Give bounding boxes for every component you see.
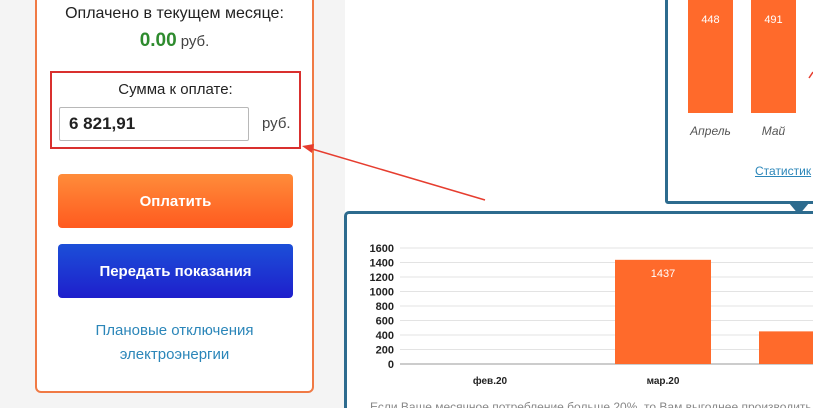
- y-tick-label-8: 0: [388, 359, 394, 371]
- bar-value-label-1: 1437: [651, 268, 675, 280]
- amount-due-currency: руб.: [262, 115, 291, 132]
- paid-this-month-label: Оплачено в текущем месяце:: [65, 5, 284, 22]
- paid-amount: 0.00: [139, 30, 177, 51]
- pay-button[interactable]: Оплатить: [58, 174, 293, 228]
- paid-currency: руб.: [180, 33, 210, 50]
- y-tick-label-4: 800: [376, 301, 394, 313]
- x-tick-label-0: фев.20: [473, 375, 508, 387]
- amount-due-highlight: Сумма к оплате: руб.: [50, 71, 301, 149]
- planned-outages-link-line1: Плановые отключения: [95, 322, 254, 339]
- submit-readings-button[interactable]: Передать показания: [58, 244, 293, 298]
- bar-2: [759, 331, 813, 364]
- y-tick-label-6: 400: [376, 330, 394, 342]
- bar-value-label-1: 491: [764, 14, 782, 26]
- amount-due-input[interactable]: [59, 107, 249, 141]
- y-tick-label-0: 1600: [370, 243, 394, 255]
- monthly-consumption-chart: 448 Апрель 491 Май: [688, 0, 796, 138]
- y-tick-label-7: 200: [376, 345, 394, 357]
- consumption-bar-chart: 1600 1400 1200 1000 800 600 400 200 0 фев.20 1437 м…: [370, 243, 813, 387]
- amount-due-label: Сумма к оплате:: [118, 81, 233, 98]
- x-tick-label-0: Апрель: [689, 124, 731, 138]
- paid-row: 0.00 руб.: [37, 30, 312, 52]
- bar-value-label-0: 448: [701, 14, 719, 26]
- y-tick-label-2: 1200: [370, 272, 394, 284]
- y-tick-label-5: 600: [376, 316, 394, 328]
- y-tick-label-3: 1000: [370, 287, 394, 299]
- payment-card: Оплачено в текущем месяце: 0.00 руб. Сумм…: [35, 0, 314, 393]
- x-tick-label-1: мар.20: [647, 376, 680, 387]
- statistics-link[interactable]: Статистик: [755, 164, 811, 178]
- planned-outages-link-line2: электроэнергии: [119, 346, 230, 363]
- x-tick-label-1: Май: [762, 124, 786, 138]
- chart-footnote: Если Ваше месячное потребление больше 20…: [370, 400, 813, 408]
- planned-outages-link[interactable]: Плановые отключения электроэнергии: [37, 319, 312, 367]
- y-tick-label-1: 1400: [370, 258, 394, 270]
